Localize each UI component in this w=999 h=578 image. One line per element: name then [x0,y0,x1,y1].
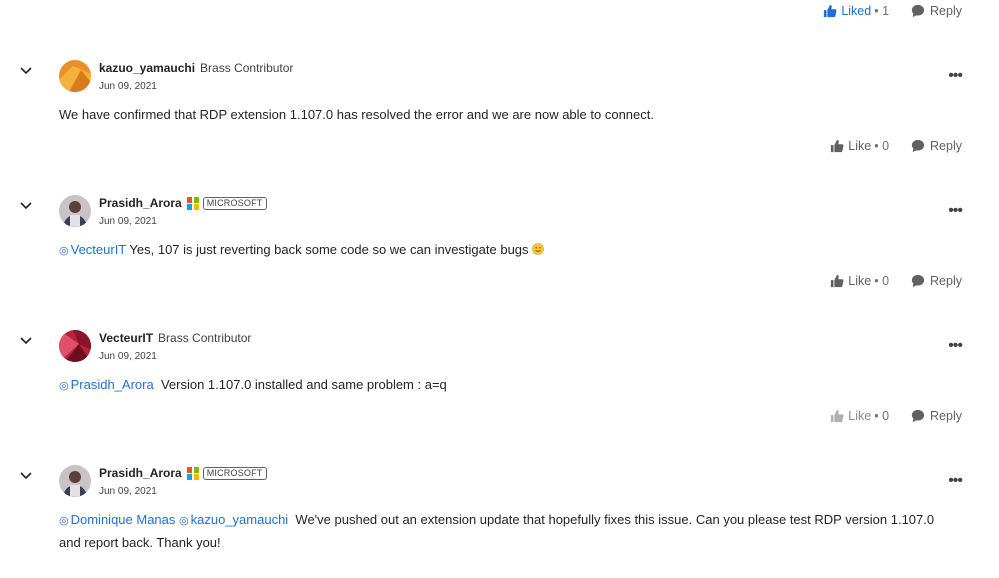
reply-button[interactable]: Reply [911,274,962,288]
like-count: • 0 [874,139,890,153]
comment-actions: Like • 0 Reply [830,274,962,288]
more-options-icon[interactable]: ••• [948,338,963,354]
mention-link[interactable]: ◎ Prasidh_Arora [59,377,154,392]
more-options-icon[interactable]: ••• [948,68,963,84]
like-button[interactable]: Like • 0 [830,409,889,423]
avatar-image [59,195,91,227]
more-options-icon[interactable]: ••• [948,473,963,489]
mention-link[interactable]: ◎ VecteurIT [59,242,126,257]
at-mention-icon: ◎ [59,515,69,527]
avatar[interactable] [59,330,91,362]
like-button[interactable]: Like • 0 [830,139,889,153]
thumbs-up-icon [831,274,844,288]
comment-body: ◎ VecteurIT Yes, 107 is just reverting ba… [59,239,959,262]
reply-bubble-icon [911,274,925,288]
author-line: VecteurIT Brass Contributor [99,331,251,345]
reply-button[interactable]: Reply [911,409,962,423]
at-mention-icon: ◎ [59,380,69,392]
author-name[interactable]: VecteurIT [99,331,153,345]
avatar-image [59,465,91,497]
reply-button[interactable]: Reply [911,4,962,18]
author-rank: Brass Contributor [200,61,294,75]
like-label: Like [848,274,872,288]
comment: VecteurIT Brass Contributor Jun 09, 2021… [0,330,999,465]
comment: Prasidh_Arora MICROSOFT Jun 09, 2021 •••… [0,195,999,330]
comment-date: Jun 09, 2021 [99,81,157,92]
comment-date: Jun 09, 2021 [99,216,157,227]
thumbs-up-icon [831,409,844,423]
microsoft-badge: MICROSOFT [202,466,267,480]
more-options-icon[interactable]: ••• [948,203,963,219]
like-count: • 0 [874,274,890,288]
thumbs-up-icon [824,4,837,18]
like-count: • 0 [874,409,890,423]
top-comment-actions: Liked • 1 Reply [823,4,962,18]
reply-bubble-icon [911,4,925,18]
comment-body: ◎ Dominique Manas ◎ kazuo_yamauchi We've p… [59,509,959,554]
comment-text: Version 1.107.0 installed and same probl… [160,377,447,392]
comment-date: Jun 09, 2021 [99,351,157,362]
at-mention-icon: ◎ [179,515,189,527]
chevron-down-icon[interactable] [18,199,34,213]
microsoft-logo-icon [186,467,200,480]
avatar-image [59,330,91,362]
chevron-down-icon[interactable] [18,334,34,348]
comment-body: We have confirmed that RDP extension 1.1… [59,104,959,126]
chevron-down-icon[interactable] [18,469,34,483]
author-rank: Brass Contributor [158,331,252,345]
microsoft-logo-icon [186,197,200,210]
comment-actions: Like • 0 Reply [830,409,962,423]
avatar[interactable] [59,465,91,497]
thumbs-up-icon [831,139,844,153]
reply-label: Reply [930,409,962,423]
mention-link[interactable]: ◎ Dominique Manas [59,512,175,527]
comment: kazuo_yamauchi Brass Contributor Jun 09,… [0,60,999,195]
avatar[interactable] [59,195,91,227]
author-name[interactable]: kazuo_yamauchi [99,61,195,75]
chevron-down-icon[interactable] [18,64,34,78]
comment: Prasidh_Arora MICROSOFT Jun 09, 2021 •••… [0,465,999,578]
reply-label: Reply [930,274,962,288]
avatar[interactable] [59,60,91,92]
author-name[interactable]: Prasidh_Arora [99,196,182,210]
reply-bubble-icon [911,139,925,153]
reply-bubble-icon [911,409,925,423]
liked-button[interactable]: Liked • 1 [823,4,889,18]
avatar-image [59,60,91,92]
comment-text: Yes, 107 is just reverting back some cod… [129,242,529,257]
like-count: • 1 [874,4,890,18]
at-mention-icon: ◎ [59,245,69,257]
author-line: Prasidh_Arora MICROSOFT [99,196,267,210]
comment-date: Jun 09, 2021 [99,486,157,497]
mention-link[interactable]: ◎ kazuo_yamauchi [179,512,288,527]
like-button[interactable]: Like • 0 [830,274,889,288]
reply-label: Reply [930,4,962,18]
like-label: Like [848,139,872,153]
author-line: kazuo_yamauchi Brass Contributor [99,61,293,75]
reply-label: Reply [930,139,962,153]
comment-text: We have confirmed that RDP extension 1.1… [59,107,654,122]
comment-body: ◎ Prasidh_Arora Version 1.107.0 installed… [59,374,959,397]
like-label: Like [848,409,872,423]
comment-actions: Like • 0 Reply [830,139,962,153]
slightly-smiling-emoji [532,243,544,255]
author-name[interactable]: Prasidh_Arora [99,466,182,480]
like-label: Liked [841,4,872,18]
microsoft-badge: MICROSOFT [202,196,267,210]
author-line: Prasidh_Arora MICROSOFT [99,466,267,480]
reply-button[interactable]: Reply [911,139,962,153]
